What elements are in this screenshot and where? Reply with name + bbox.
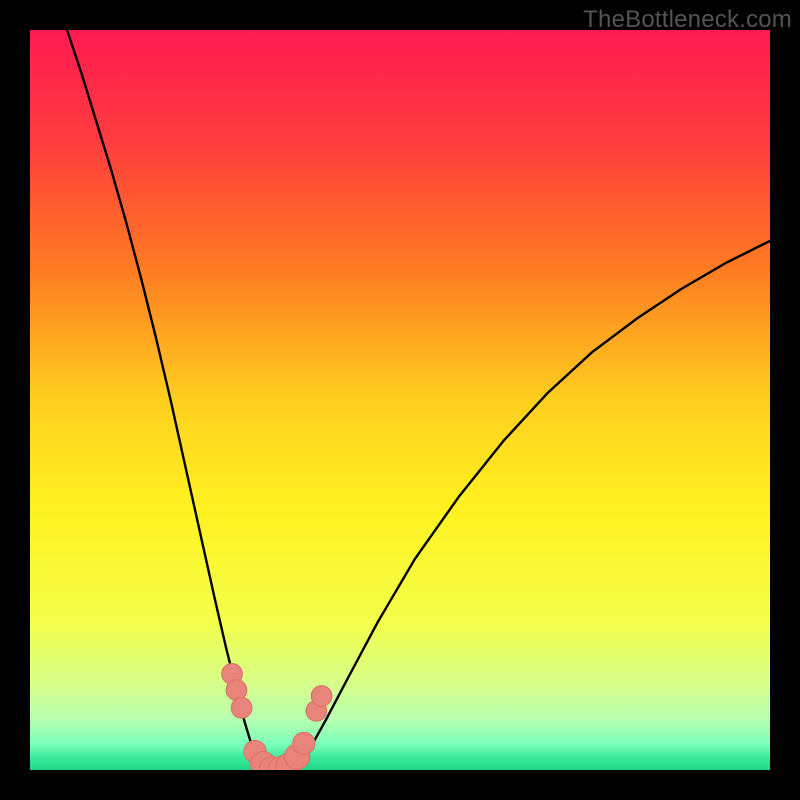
plot-area: [30, 30, 770, 770]
data-marker: [293, 732, 315, 754]
data-marker: [231, 697, 252, 718]
watermark-text: TheBottleneck.com: [583, 6, 792, 34]
gradient-background: [30, 30, 770, 770]
chart-frame: TheBottleneck.com: [0, 0, 800, 800]
data-marker: [311, 686, 332, 707]
bottleneck-chart: [30, 30, 770, 770]
